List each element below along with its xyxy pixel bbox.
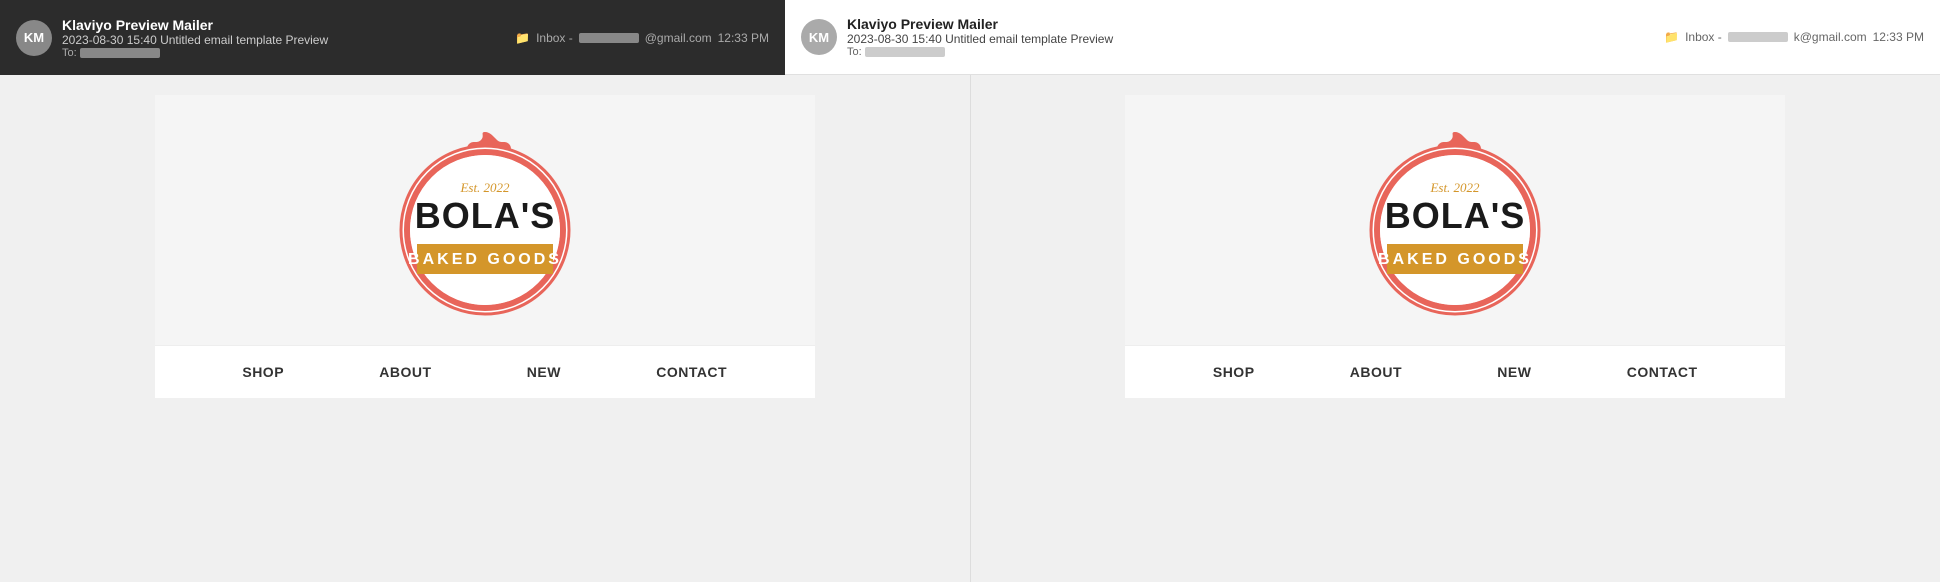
inbox-info-right: 📁 Inbox - k@gmail.com 12:33 PM [1664,30,1924,44]
subject-right: 2023-08-30 15:40 Untitled email template… [847,32,1654,46]
nav-shop-left[interactable]: SHOP [242,364,284,380]
logo-area-left: Est. 2022 BOLA'S BAKED GOODS [155,95,815,345]
email-header-left: KM Klaviyo Preview Mailer 2023-08-30 15:… [0,0,785,75]
email-redacted-right [1728,32,1788,42]
main-content: Est. 2022 BOLA'S BAKED GOODS SHOP [0,75,1940,582]
email-meta-right: Klaviyo Preview Mailer 2023-08-30 15:40 … [847,16,1654,58]
nav-new-left[interactable]: NEW [527,364,561,380]
inbox-icon-left: 📁 [515,31,530,45]
svg-text:Est. 2022: Est. 2022 [459,180,510,195]
email-body-right: Est. 2022 BOLA'S BAKED GOODS SHOP ABOUT … [1125,95,1785,398]
email-panel-right: Est. 2022 BOLA'S BAKED GOODS SHOP ABOUT … [971,75,1940,582]
badge-logo-right: Est. 2022 BOLA'S BAKED GOODS [1350,125,1560,335]
subject-left: 2023-08-30 15:40 Untitled email template… [62,33,505,47]
email-redacted-left [579,33,639,43]
to-right: To: [847,46,1654,58]
inbox-info-left: 📁 Inbox - @gmail.com 12:33 PM [515,31,769,45]
svg-text:BAKED GOODS: BAKED GOODS [1378,251,1532,268]
svg-text:BAKED GOODS: BAKED GOODS [408,251,562,268]
nav-contact-right[interactable]: CONTACT [1627,364,1698,380]
to-left: To: [62,47,505,59]
svg-text:BOLA'S: BOLA'S [414,195,555,236]
avatar-initials-right: KM [809,30,829,45]
sender-name-right: Klaviyo Preview Mailer [847,16,1654,32]
time-right: 12:33 PM [1873,30,1924,44]
nav-bar-right: SHOP ABOUT NEW CONTACT [1125,345,1785,398]
inbox-icon-right: 📁 [1664,30,1679,44]
nav-bar-left: SHOP ABOUT NEW CONTACT [155,345,815,398]
nav-contact-left[interactable]: CONTACT [656,364,727,380]
email-panel-left: Est. 2022 BOLA'S BAKED GOODS SHOP [0,75,971,582]
email-header-bar: KM Klaviyo Preview Mailer 2023-08-30 15:… [0,0,1940,75]
to-address-right [865,47,945,57]
badge-logo-left: Est. 2022 BOLA'S BAKED GOODS [380,125,590,335]
nav-about-right[interactable]: ABOUT [1350,364,1402,380]
logo-area-right: Est. 2022 BOLA'S BAKED GOODS [1125,95,1785,345]
email-header-right: KM Klaviyo Preview Mailer 2023-08-30 15:… [785,0,1940,75]
avatar-initials-left: KM [24,30,44,45]
nav-new-right[interactable]: NEW [1497,364,1531,380]
svg-text:Est. 2022: Est. 2022 [1430,180,1481,195]
nav-shop-right[interactable]: SHOP [1213,364,1255,380]
svg-text:BOLA'S: BOLA'S [1385,195,1526,236]
nav-about-left[interactable]: ABOUT [379,364,431,380]
to-address-left [80,48,160,58]
avatar-left: KM [16,20,52,56]
email-meta-left: Klaviyo Preview Mailer 2023-08-30 15:40 … [62,17,505,59]
sender-name-left: Klaviyo Preview Mailer [62,17,505,33]
badge-svg-left: Est. 2022 BOLA'S BAKED GOODS [380,125,590,335]
avatar-right: KM [801,19,837,55]
badge-svg-right: Est. 2022 BOLA'S BAKED GOODS [1350,125,1560,335]
time-left: 12:33 PM [718,31,769,45]
email-body-left: Est. 2022 BOLA'S BAKED GOODS SHOP [155,95,815,398]
